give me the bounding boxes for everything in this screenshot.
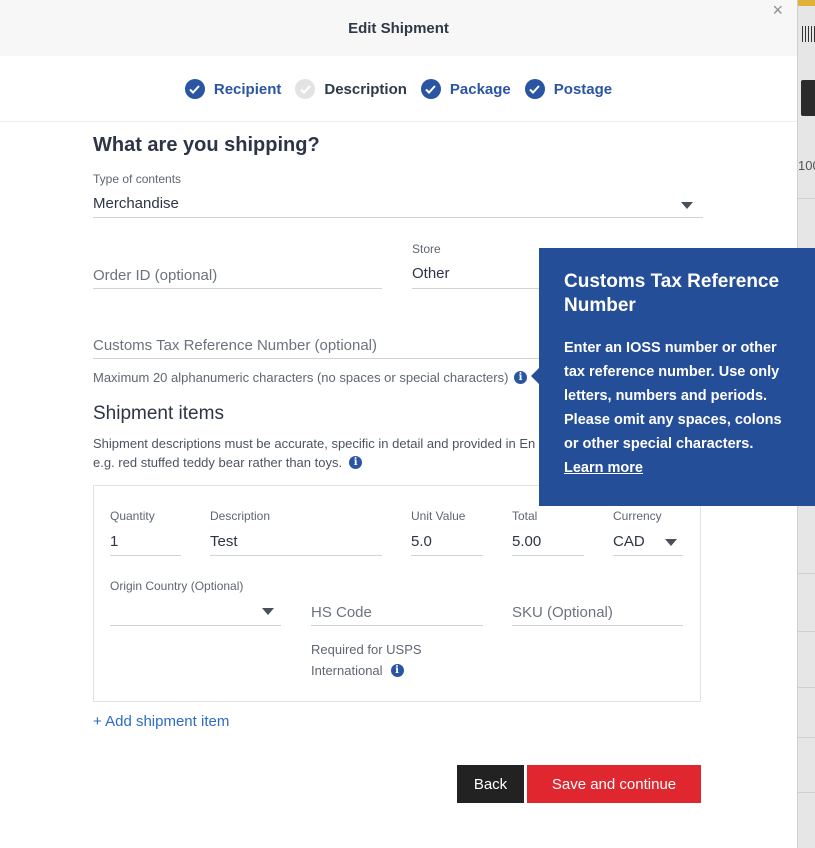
unit-value-value: 5.0 <box>411 533 432 550</box>
background-divider <box>798 573 815 574</box>
check-circle-icon <box>295 79 316 99</box>
stepper: Recipient Description Package Postage <box>0 74 797 122</box>
background-divider <box>798 792 815 793</box>
total-underline <box>512 555 584 556</box>
description-label: Description <box>210 509 271 523</box>
items-note-line1: Shipment descriptions must be accurate, … <box>93 436 536 451</box>
hs-code-underline <box>311 625 483 626</box>
contents-value: Merchandise <box>93 195 179 212</box>
check-circle-icon <box>524 79 545 99</box>
step-label: Package <box>449 80 511 98</box>
total-value: 5.00 <box>512 533 542 550</box>
step-label: Description <box>324 80 407 98</box>
customs-tax-placeholder: Customs Tax Reference Number (optional) <box>93 337 378 354</box>
background-divider <box>798 737 815 738</box>
save-and-continue-button[interactable]: Save and continue <box>527 765 701 803</box>
background-divider <box>798 687 815 688</box>
order-id-placeholder: Order ID (optional) <box>93 267 218 284</box>
sku-placeholder: SKU (Optional) <box>512 604 613 621</box>
items-note-line2: e.g. red stuffed teddy bear rather than … <box>93 453 535 472</box>
hs-code-placeholder: HS Code <box>311 604 372 621</box>
step-recipient[interactable]: Recipient <box>184 74 282 104</box>
currency-label: Currency <box>613 509 662 523</box>
info-icon[interactable]: i <box>390 664 404 677</box>
tooltip-body: Enter an IOSS number or other tax refere… <box>564 336 791 480</box>
tooltip-body-text: Enter an IOSS number or other tax refere… <box>564 340 782 452</box>
section-heading: What are you shipping? <box>93 134 320 156</box>
barcode-icon <box>802 26 815 42</box>
background-banner <box>798 0 815 6</box>
description-value: Test <box>210 533 238 550</box>
background-number: 100 <box>798 158 815 173</box>
step-package[interactable]: Package <box>420 74 511 104</box>
close-icon[interactable]: × <box>772 0 783 21</box>
description-underline <box>210 555 382 556</box>
items-note: Shipment descriptions must be accurate, … <box>93 434 535 472</box>
hs-code-note-line2: International i <box>311 660 422 681</box>
origin-country-underline <box>110 625 281 626</box>
contents-underline <box>93 217 703 218</box>
unit-value-label: Unit Value <box>411 509 466 523</box>
modal-header: Edit Shipment × <box>0 0 797 56</box>
modal-title: Edit Shipment <box>348 19 449 37</box>
learn-more-link[interactable]: Learn more <box>564 460 643 476</box>
sku-underline <box>512 625 683 626</box>
check-circle-icon <box>184 79 205 99</box>
tooltip-title: Customs Tax Reference Number <box>564 271 780 316</box>
quantity-label: Quantity <box>110 509 155 523</box>
origin-country-label: Origin Country (Optional) <box>110 579 244 593</box>
info-icon[interactable]: i <box>349 456 363 469</box>
items-heading: Shipment items <box>93 403 224 424</box>
unit-value-underline <box>411 555 483 556</box>
contents-label: Type of contents <box>93 172 182 186</box>
step-postage[interactable]: Postage <box>524 74 613 104</box>
customs-tax-underline <box>93 358 540 359</box>
currency-value: CAD <box>613 533 645 550</box>
step-description[interactable]: Description <box>295 74 407 104</box>
currency-underline <box>613 555 683 556</box>
quantity-underline <box>110 555 181 556</box>
hs-code-note-line2-text: International <box>311 663 383 678</box>
items-note-line2-text: e.g. red stuffed teddy bear rather than … <box>93 455 343 470</box>
hs-code-note-line1: Required for USPS <box>311 642 422 657</box>
background-divider <box>798 631 815 632</box>
quantity-value: 1 <box>110 533 119 550</box>
add-shipment-item-link[interactable]: + Add shipment item <box>93 713 229 730</box>
total-label: Total <box>512 509 538 523</box>
info-icon[interactable]: i <box>514 371 527 384</box>
check-circle-icon <box>420 79 441 99</box>
store-value: Other <box>412 265 450 282</box>
step-label: Postage <box>553 80 613 98</box>
step-label: Recipient <box>213 80 282 98</box>
back-button[interactable]: Back <box>457 765 524 803</box>
customs-tax-hint: Maximum 20 alphanumeric characters (no s… <box>93 370 509 385</box>
caret-down-icon <box>262 608 274 615</box>
background-divider <box>798 198 815 199</box>
background-button <box>801 80 815 116</box>
caret-down-icon <box>665 539 677 546</box>
store-label: Store <box>412 242 441 256</box>
hs-code-note: Required for USPS International i <box>311 639 422 681</box>
order-id-underline <box>93 288 382 289</box>
store-underline <box>412 288 540 289</box>
customs-tax-tooltip: Customs Tax Reference Number Enter an IO… <box>531 248 815 506</box>
caret-down-icon <box>681 202 693 209</box>
